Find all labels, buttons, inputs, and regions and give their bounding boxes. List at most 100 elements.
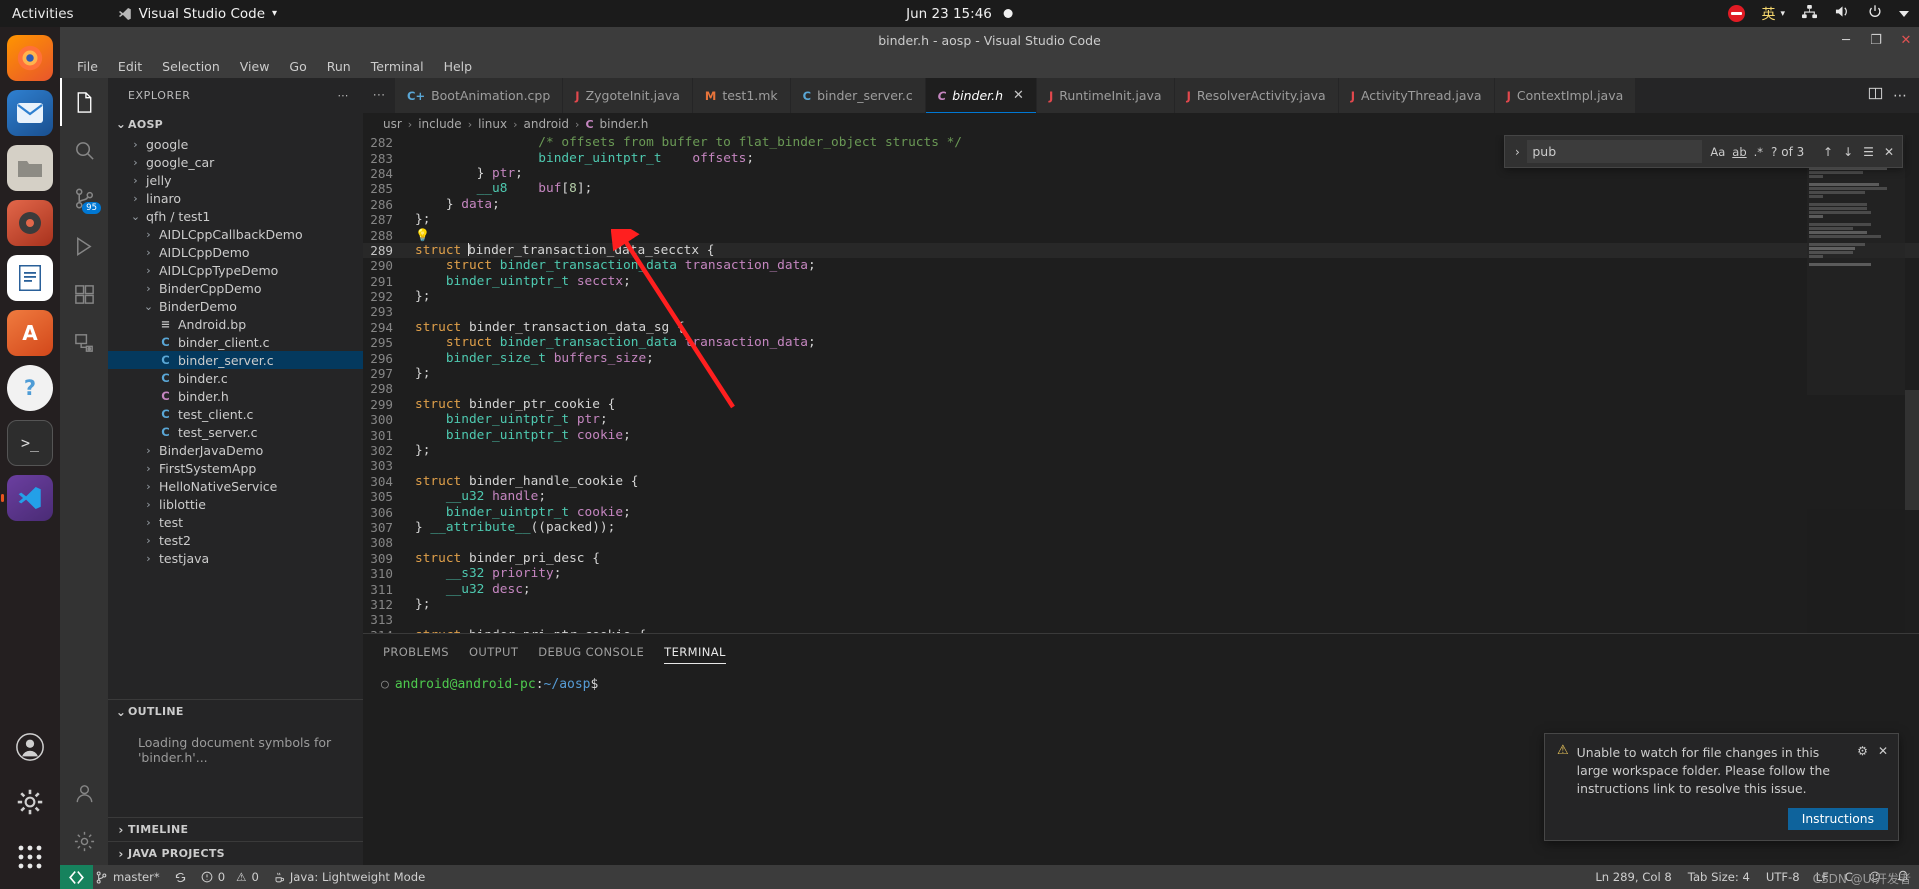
status-java-mode[interactable]: Java: Lightweight Mode: [273, 870, 425, 884]
code-line[interactable]: 284 } ptr;: [363, 166, 1919, 181]
tree-file-test-server-c[interactable]: Ctest_server.c: [108, 423, 363, 441]
code-editor[interactable]: 282 /* offsets from buffer to flat_binde…: [363, 135, 1919, 633]
tab-test1-mk[interactable]: Mtest1.mk: [692, 78, 791, 113]
match-whole-word-icon[interactable]: ab: [1732, 145, 1746, 159]
tree-folder-google-car[interactable]: › google_car: [108, 153, 363, 171]
tab-close-icon[interactable]: ✕: [1013, 88, 1024, 103]
activity-run-and-debug[interactable]: [60, 222, 108, 270]
previous-match-icon[interactable]: ↑: [1823, 145, 1833, 159]
dock-item-terminal[interactable]: >_: [7, 420, 53, 466]
instructions-button[interactable]: Instructions: [1787, 808, 1888, 830]
menu-file[interactable]: File: [68, 57, 107, 76]
code-line[interactable]: 291 binder_uintptr_t secctx;: [363, 274, 1919, 289]
code-line[interactable]: 314struct binder_pri_ptr_cookie {: [363, 628, 1919, 633]
dock-item-user-account[interactable]: [7, 724, 53, 770]
code-line[interactable]: 302};: [363, 443, 1919, 458]
activity-search[interactable]: [60, 126, 108, 174]
menu-terminal[interactable]: Terminal: [362, 57, 433, 76]
next-match-icon[interactable]: ↓: [1843, 145, 1853, 159]
menu-view[interactable]: View: [231, 57, 279, 76]
gnome-app-menu[interactable]: Visual Studio Code ▾: [118, 6, 277, 22]
tab-bootanimation-cpp[interactable]: C+ BootAnimation.cpp: [395, 78, 564, 113]
tree-file-binder-h[interactable]: Cbinder.h: [108, 387, 363, 405]
tree-folder-binderdemo[interactable]: ⌄ BinderDemo: [108, 297, 363, 315]
breadcrumb-item-usr[interactable]: usr: [383, 117, 402, 131]
breadcrumb-item-file[interactable]: binder.h: [600, 117, 649, 131]
tab-list[interactable]: C+ BootAnimation.cpp J ZygoteInit.java Mtest…: [395, 78, 1637, 113]
toggle-replace-icon[interactable]: ›: [1507, 145, 1527, 159]
code-line[interactable]: 313: [363, 612, 1919, 627]
breadcrumb[interactable]: usr › include › linux › android › C bind…: [363, 113, 1919, 135]
code-line[interactable]: 298: [363, 381, 1919, 396]
window-controls[interactable]: ─ ❐ ✕: [1839, 33, 1913, 48]
code-line[interactable]: 285 __u8 buf[8];: [363, 181, 1919, 196]
java-projects-section-header[interactable]: › JAVA PROJECTS: [108, 841, 363, 865]
menubar[interactable]: File Edit Selection View Go Run Terminal…: [60, 54, 1919, 78]
tree-file-binder-server-c[interactable]: Cbinder_server.c: [108, 351, 363, 369]
breadcrumb-item-include[interactable]: include: [418, 117, 461, 131]
find-in-selection-icon[interactable]: ☰: [1863, 145, 1874, 159]
code-line[interactable]: 311 __u32 desc;: [363, 581, 1919, 597]
dock-item-libreoffice-writer[interactable]: [7, 255, 53, 301]
dock-item-visual-studio-code[interactable]: [1, 475, 53, 521]
tree-folder-hellonativeservice[interactable]: › HelloNativeService: [108, 477, 363, 495]
close-button[interactable]: ✕: [1899, 33, 1913, 48]
minimize-button[interactable]: ─: [1839, 33, 1853, 48]
tree-folder-test2[interactable]: › test2: [108, 531, 363, 549]
tab-resolveractivity-java[interactable]: J ResolverActivity.java: [1174, 78, 1339, 113]
tab-runtimeinit-java[interactable]: J RuntimeInit.java: [1036, 78, 1175, 113]
find-widget[interactable]: › pub Aa ab .* ? of 3 ↑ ↓ ☰ ✕: [1504, 135, 1903, 168]
status-problems[interactable]: 0 ⚠ 0: [201, 870, 259, 884]
code-line[interactable]: 312};: [363, 597, 1919, 612]
outline-section-header[interactable]: ⌄ OUTLINE: [108, 699, 363, 723]
code-line[interactable]: 292};: [363, 289, 1919, 304]
editor-tabbar[interactable]: ⋯ C+ BootAnimation.cpp J ZygoteInit.java Mte…: [363, 78, 1919, 113]
code-line[interactable]: 310 __s32 priority;: [363, 566, 1919, 581]
tree-file-binder-client-c[interactable]: Cbinder_client.c: [108, 333, 363, 351]
menu-go[interactable]: Go: [280, 57, 315, 76]
tree-folder-binderjavademo[interactable]: › BinderJavaDemo: [108, 441, 363, 459]
dock-item-settings[interactable]: [7, 779, 53, 825]
use-regex-icon[interactable]: .*: [1754, 145, 1763, 159]
tree-folder-aidlcppdemo[interactable]: › AIDLCppDemo: [108, 243, 363, 261]
tab-binder-server-c[interactable]: Cbinder_server.c: [790, 78, 926, 113]
file-tree[interactable]: › google › google_car › jelly › linaro ⌄ qfh / te…: [108, 135, 363, 699]
code-line[interactable]: 289 struct binder_transaction_data_secctx…: [363, 242, 1919, 259]
tabs-overflow-icon[interactable]: ⋯: [363, 78, 395, 113]
tree-folder-aidlcpptypedemo[interactable]: › AIDLCppTypeDemo: [108, 261, 363, 279]
gnome-clock-area[interactable]: Jun 23 15:46: [906, 6, 1013, 22]
code-line[interactable]: 308: [363, 535, 1919, 550]
code-line[interactable]: 306 binder_uintptr_t cookie;: [363, 504, 1919, 520]
activity-remote-explorer[interactable]: [60, 318, 108, 366]
status-encoding[interactable]: UTF-8: [1766, 870, 1800, 884]
tree-folder-jelly[interactable]: › jelly: [108, 171, 363, 189]
tree-folder-firstsystemapp[interactable]: › FirstSystemApp: [108, 459, 363, 477]
code-line[interactable]: 287};: [363, 212, 1919, 227]
gnome-system-tray[interactable]: 英 ▾: [1728, 4, 1909, 24]
status-sync[interactable]: [174, 871, 187, 884]
dock-item-show-applications[interactable]: [7, 834, 53, 880]
ime-indicator[interactable]: 英: [1761, 4, 1775, 24]
panel-tab-terminal[interactable]: TERMINAL: [664, 634, 726, 669]
tree-folder-test[interactable]: › test: [108, 513, 363, 531]
more-actions-icon[interactable]: ⋯: [337, 89, 349, 102]
status-cursor-position[interactable]: Ln 289, Col 8: [1595, 870, 1671, 884]
menu-run[interactable]: Run: [318, 57, 360, 76]
tree-folder-qfh-test1[interactable]: ⌄ qfh / test1: [108, 207, 363, 225]
breadcrumb-item-linux[interactable]: linux: [478, 117, 507, 131]
panel-tab-output[interactable]: OUTPUT: [469, 634, 518, 669]
find-input[interactable]: pub: [1527, 140, 1703, 163]
minimap-slider[interactable]: [1807, 135, 1905, 395]
code-line[interactable]: 290 struct binder_transaction_data trans…: [363, 258, 1919, 273]
tab-contextimpl-java[interactable]: J ContextImpl.java: [1494, 78, 1637, 113]
maximize-button[interactable]: ❐: [1869, 33, 1883, 48]
no-entry-icon[interactable]: [1728, 5, 1746, 22]
workspace-root[interactable]: ⌄ AOSP: [108, 113, 363, 135]
close-find-icon[interactable]: ✕: [1884, 145, 1894, 159]
dock-item-help[interactable]: ?: [7, 365, 53, 411]
activity-manage-settings[interactable]: [60, 817, 108, 865]
dock-item-rhythmbox[interactable]: [7, 200, 53, 246]
code-line[interactable]: 299 struct binder_ptr_cookie {: [363, 397, 1919, 412]
editor-actions[interactable]: ⋯: [1856, 78, 1919, 113]
code-line[interactable]: 286 } data;: [363, 197, 1919, 212]
